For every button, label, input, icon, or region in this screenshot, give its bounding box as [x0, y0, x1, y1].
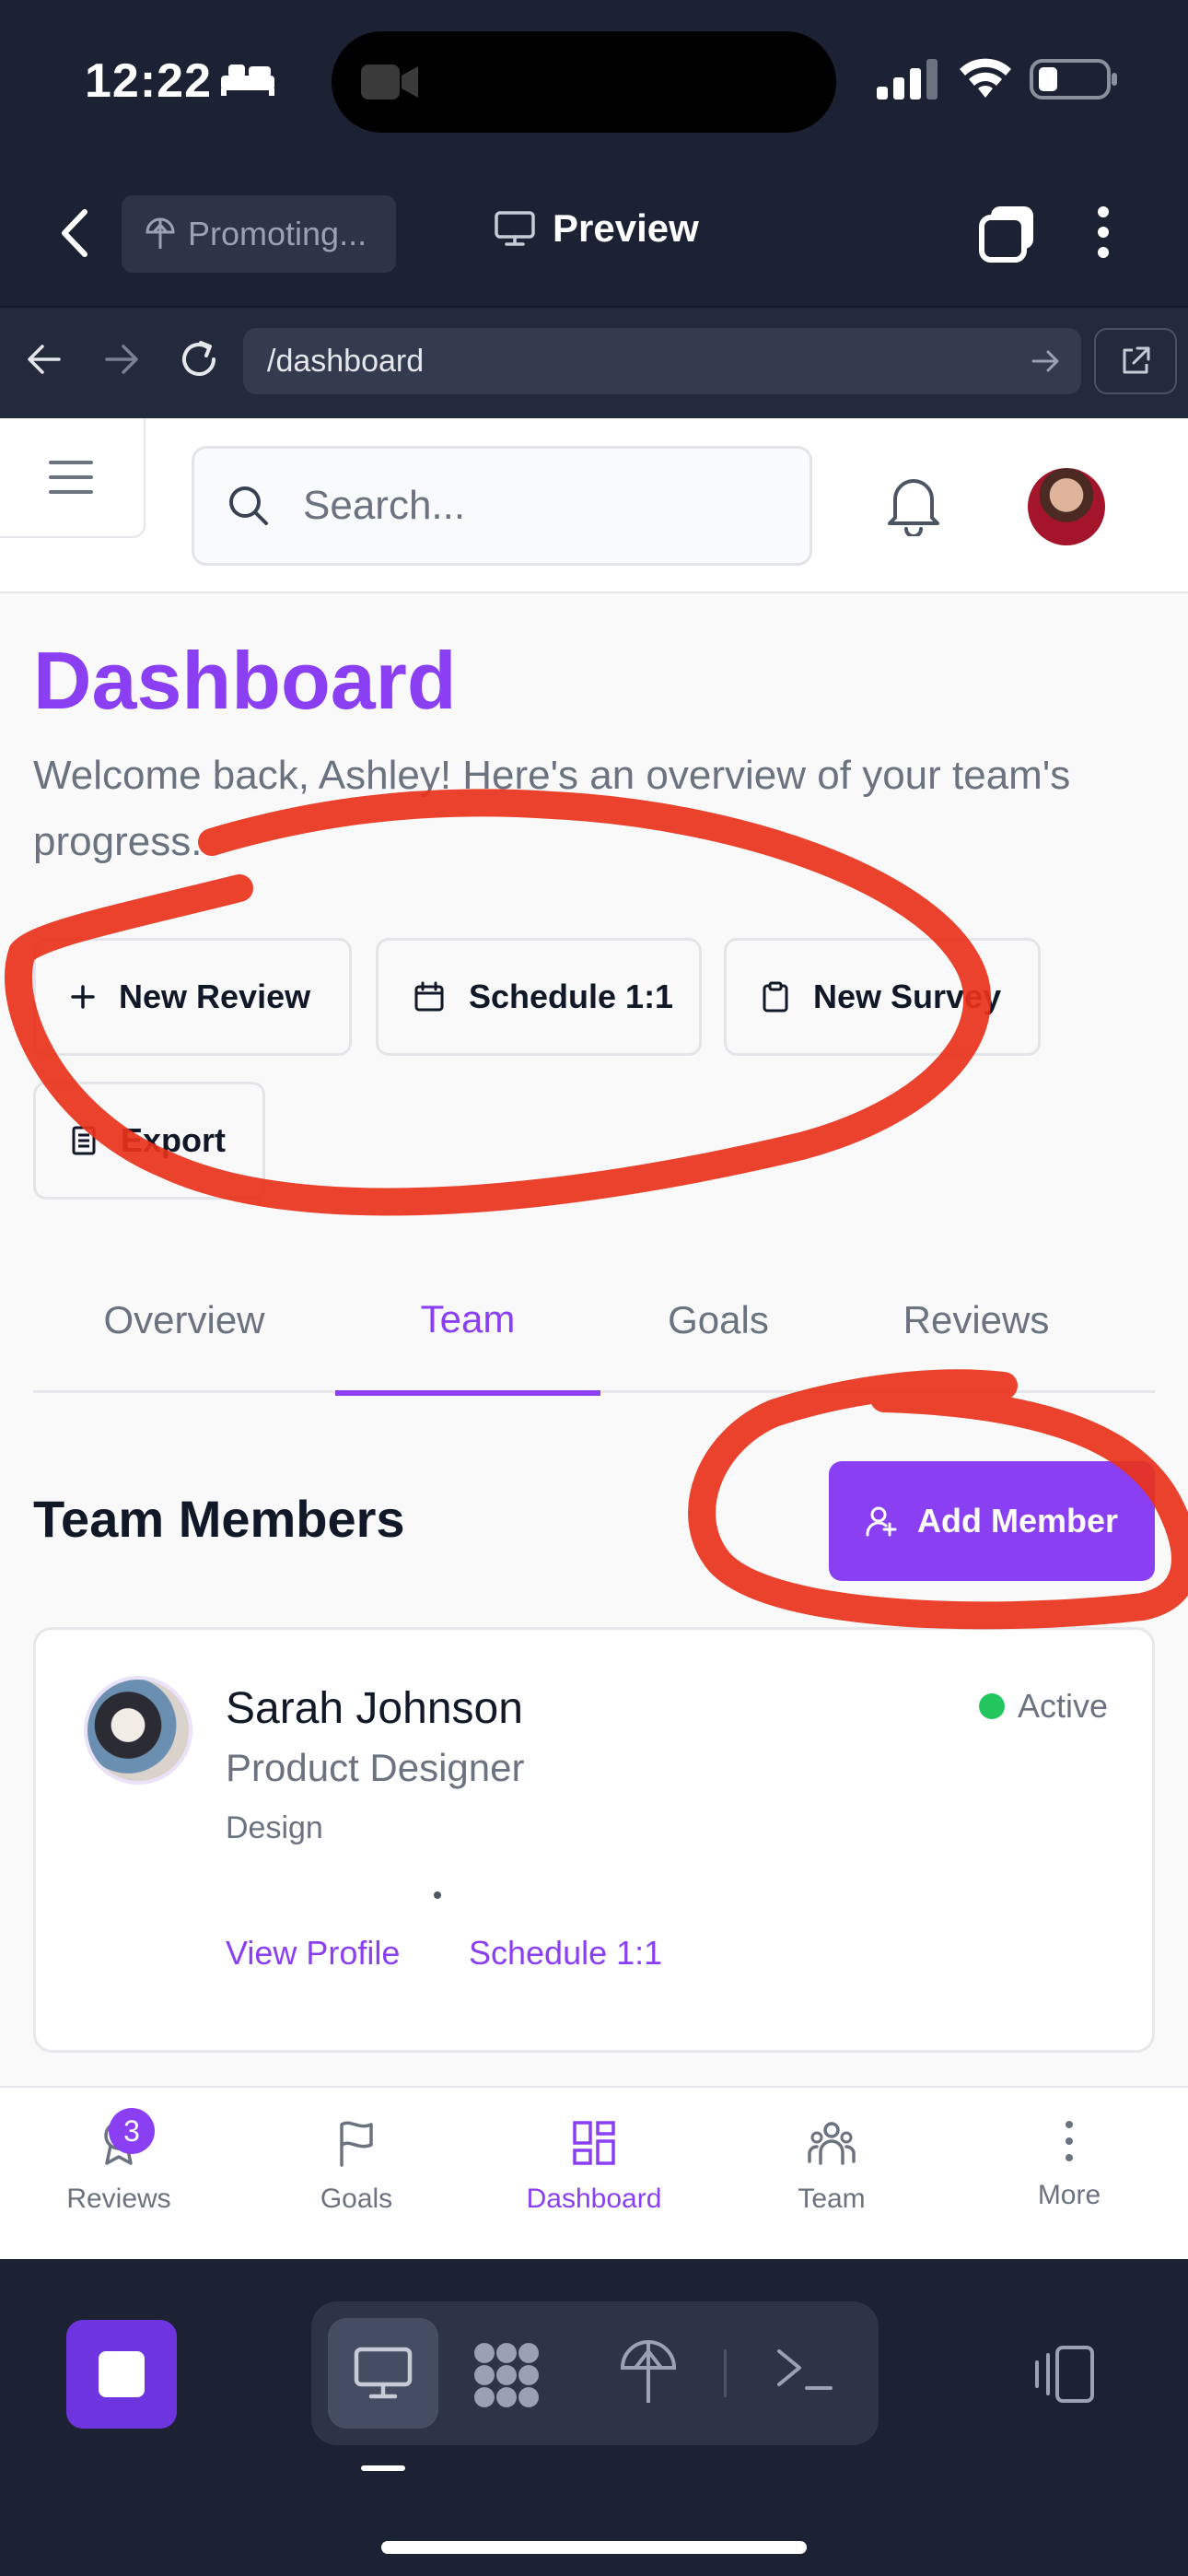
add-member-button[interactable]: Add Member [829, 1461, 1155, 1581]
schedule-link[interactable]: Schedule 1:1 [469, 1934, 662, 1973]
menu-button[interactable] [0, 418, 146, 538]
url-go-arrow-icon[interactable] [1031, 348, 1061, 374]
view-profile-link[interactable]: View Profile [226, 1934, 400, 1973]
calendar-icon [414, 981, 444, 1012]
nav-goals-label: Goals [320, 2184, 393, 2214]
external-link-icon [1123, 346, 1150, 374]
tab-reviews[interactable]: Reviews [836, 1247, 1116, 1393]
clipboard-icon [763, 981, 788, 1013]
project-label: Promoting... [188, 215, 367, 252]
stop-square-icon [99, 2351, 145, 2397]
more-vertical-icon[interactable] [1092, 205, 1114, 260]
monitor-icon [495, 211, 535, 246]
document-icon [72, 1126, 96, 1155]
tab-bar: Overview Team Goals Reviews [33, 1247, 1155, 1396]
member-card: Sarah Johnson Product Designer Design Ac… [33, 1627, 1155, 2053]
mode-preview-button[interactable] [328, 2318, 438, 2429]
cellular-signal-icon [877, 59, 938, 100]
nav-dashboard-label: Dashboard [526, 2184, 662, 2214]
nav-dashboard[interactable]: Dashboard [475, 2088, 713, 2259]
home-indicator[interactable] [381, 2541, 807, 2554]
export-label: Export [121, 1121, 227, 1159]
preview-title-text: Preview [553, 206, 699, 250]
deploy-umbrella-icon [146, 217, 175, 249]
arrow-left-icon[interactable] [26, 341, 63, 378]
stop-button[interactable] [66, 2320, 177, 2429]
tabs-switcher-icon[interactable] [978, 205, 1037, 263]
project-chip[interactable]: Promoting... [122, 195, 396, 273]
member-role: Product Designer [226, 1746, 525, 1789]
nav-reviews-label: Reviews [66, 2184, 171, 2214]
deploy-umbrella-icon[interactable] [619, 2336, 678, 2406]
schedule-label: Schedule 1:1 [469, 978, 674, 1015]
mode-divider [724, 2349, 727, 2397]
apps-grid-icon[interactable] [472, 2340, 542, 2410]
status-badge: Active [978, 1687, 1108, 1726]
schedule-one-on-one-button[interactable]: Schedule 1:1 [376, 938, 702, 1056]
terminal-icon[interactable] [775, 2346, 834, 2394]
battery-icon [1030, 59, 1117, 100]
active-mode-indicator [361, 2465, 405, 2471]
bottom-nav: Reviews 3 Goals Dashboard Team More [0, 2086, 1188, 2259]
nav-more-label: More [1037, 2180, 1101, 2210]
team-members-heading: Team Members [33, 1490, 405, 1548]
add-member-label: Add Member [916, 1502, 1119, 1540]
welcome-text: Welcome back, Ashley! Here's an overview… [33, 753, 1071, 864]
export-button[interactable]: Export [33, 1082, 265, 1200]
bell-icon[interactable] [886, 472, 941, 536]
reload-icon[interactable] [177, 337, 221, 381]
monitor-icon [354, 2347, 413, 2399]
plus-icon [71, 985, 95, 1009]
search-box[interactable] [192, 446, 812, 566]
nav-team[interactable]: Team [713, 2088, 950, 2259]
status-dot-icon [978, 1693, 1005, 1719]
member-name: Sarah Johnson [226, 1684, 523, 1733]
member-department: Design [226, 1810, 323, 1845]
more-vertical-icon [1066, 2121, 1073, 2161]
member-avatar [84, 1676, 192, 1785]
new-review-label: New Review [119, 978, 311, 1015]
nav-team-label: Team [798, 2184, 866, 2214]
link-separator-dot [434, 1891, 441, 1899]
new-survey-label: New Survey [813, 978, 1002, 1015]
open-external-button[interactable] [1094, 328, 1177, 394]
page-title: Dashboard [33, 635, 457, 726]
dashboard-icon [573, 2121, 615, 2165]
new-survey-button[interactable]: New Survey [724, 938, 1041, 1056]
nav-more[interactable]: More [950, 2088, 1188, 2259]
back-chevron-icon[interactable] [57, 205, 94, 262]
arrow-right-icon[interactable] [103, 341, 140, 378]
user-avatar[interactable] [1028, 468, 1105, 545]
hamburger-menu-icon [49, 461, 93, 494]
search-input[interactable] [303, 483, 782, 529]
preview-title: Preview [494, 206, 699, 251]
sleep-focus-icon [221, 64, 274, 96]
status-label: Active [1017, 1687, 1108, 1725]
site-header [0, 418, 1188, 593]
tab-team[interactable]: Team [335, 1247, 600, 1396]
device-rotate-icon[interactable] [1031, 2344, 1096, 2405]
flag-icon [340, 2121, 373, 2167]
tab-goals[interactable]: Goals [600, 1247, 836, 1393]
team-icon [808, 2122, 856, 2165]
reviews-count-badge: 3 [109, 2108, 155, 2154]
new-review-button[interactable]: New Review [33, 938, 352, 1056]
web-page: Dashboard Welcome back, Ashley! Here's a… [0, 418, 1188, 2259]
status-time: 12:22 [85, 54, 212, 108]
tab-overview[interactable]: Overview [33, 1247, 335, 1393]
url-field[interactable]: /dashboard [243, 328, 1081, 394]
search-icon [229, 486, 268, 525]
wifi-icon [960, 58, 1011, 98]
camera-indicator-icon [361, 64, 418, 100]
user-plus-icon [866, 1506, 897, 1537]
nav-goals[interactable]: Goals [238, 2088, 475, 2259]
